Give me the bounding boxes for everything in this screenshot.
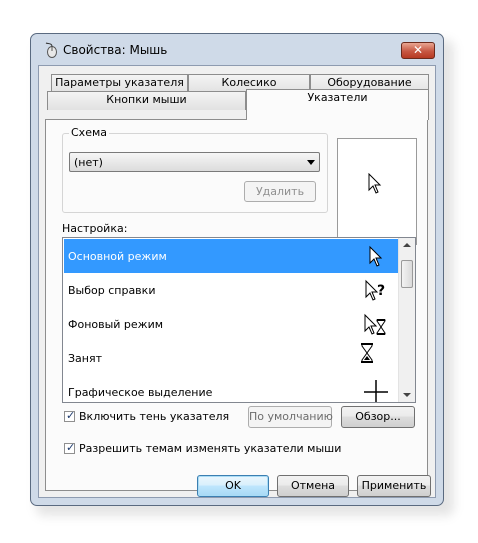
arrow-pointer-icon <box>368 173 382 194</box>
precision-crosshair-pointer-icon <box>364 380 388 402</box>
list-item-label: Фоновый режим <box>68 318 164 331</box>
enable-pointer-shadow-checkbox[interactable]: ✓ <box>64 409 76 422</box>
browse-label: Обзор... <box>355 410 401 423</box>
tab-mouse-buttons[interactable]: Кнопки мыши <box>47 91 246 110</box>
list-scrollbar[interactable] <box>398 238 415 402</box>
tab-pointers[interactable]: Указатели <box>246 89 429 120</box>
scroll-up-icon[interactable] <box>403 243 411 247</box>
allow-themes-checkbox[interactable]: ✓ <box>64 441 76 454</box>
busy-hourglass-pointer-icon <box>361 343 373 363</box>
list-item[interactable]: Занят <box>64 341 398 375</box>
list-item-label: Занят <box>68 352 103 365</box>
mouse-properties-dialog: Свойства: Мышь ✕ Параметры указателя Кол… <box>30 33 444 506</box>
scheme-dropdown[interactable]: (нет) <box>69 152 320 172</box>
apply-button[interactable]: Применить <box>357 475 431 497</box>
scheme-group: Схема (нет) Удалить <box>62 126 328 213</box>
apply-label: Применить <box>361 479 427 492</box>
dialog-client-area: Параметры указателя Колесико Оборудовани… <box>38 65 436 498</box>
list-item[interactable]: Основной режим <box>64 239 398 273</box>
ok-button[interactable]: OK <box>197 475 269 497</box>
arrow-pointer-icon <box>369 245 383 267</box>
list-item[interactable]: Выбор справки ? <box>64 273 398 307</box>
help-select-pointer-icon: ? <box>365 279 385 301</box>
tab-pointer-options[interactable]: Параметры указателя <box>51 74 188 92</box>
list-item-label: Выбор справки <box>68 284 156 297</box>
close-icon: ✕ <box>412 43 424 57</box>
list-item[interactable]: Фоновый режим <box>64 307 398 341</box>
tab-label: Параметры указателя <box>55 76 184 89</box>
use-default-label: По умолчанию <box>249 410 333 423</box>
mouse-icon <box>45 42 57 58</box>
pointer-list[interactable]: Основной режим Выбор справки ? Фоновый р… <box>62 237 416 403</box>
list-item-label: Графическое выделение <box>68 386 213 399</box>
delete-scheme-button[interactable]: Удалить <box>244 181 316 202</box>
title-bar[interactable]: Свойства: Мышь ✕ <box>31 34 443 66</box>
working-in-background-pointer-icon <box>364 313 386 335</box>
scheme-group-label: Схема <box>69 126 109 139</box>
scheme-selected-value: (нет) <box>74 156 103 169</box>
list-item-label: Основной режим <box>68 250 167 263</box>
enable-pointer-shadow-label: Включить тень указателя <box>79 410 230 423</box>
cancel-label: Отмена <box>290 479 336 492</box>
cancel-button[interactable]: Отмена <box>277 475 349 497</box>
pointer-preview <box>337 138 417 245</box>
scroll-down-icon[interactable] <box>403 393 411 397</box>
pointers-tab-panel: Схема (нет) Удалить Настройка: Основной … <box>45 119 428 491</box>
delete-scheme-label: Удалить <box>255 185 305 198</box>
customize-label: Настройка: <box>62 222 128 235</box>
tab-label: Колесико <box>221 76 277 89</box>
use-default-button[interactable]: По умолчанию <box>248 406 333 428</box>
tab-label: Кнопки мыши <box>106 93 187 106</box>
list-item[interactable]: Графическое выделение <box>64 375 398 402</box>
tab-label: Указатели <box>307 91 368 104</box>
window-title: Свойства: Мышь <box>63 43 168 57</box>
tab-label: Оборудование <box>327 76 412 89</box>
checkmark-icon: ✓ <box>66 409 76 422</box>
scroll-thumb[interactable] <box>401 260 413 288</box>
ok-label: OK <box>225 479 241 492</box>
chevron-down-icon <box>307 160 315 165</box>
close-button[interactable]: ✕ <box>401 42 435 59</box>
allow-themes-label: Разрешить темам изменять указатели мыши <box>79 442 342 455</box>
browse-button[interactable]: Обзор... <box>341 406 415 428</box>
checkmark-icon: ✓ <box>66 441 76 454</box>
svg-text:?: ? <box>377 283 385 299</box>
